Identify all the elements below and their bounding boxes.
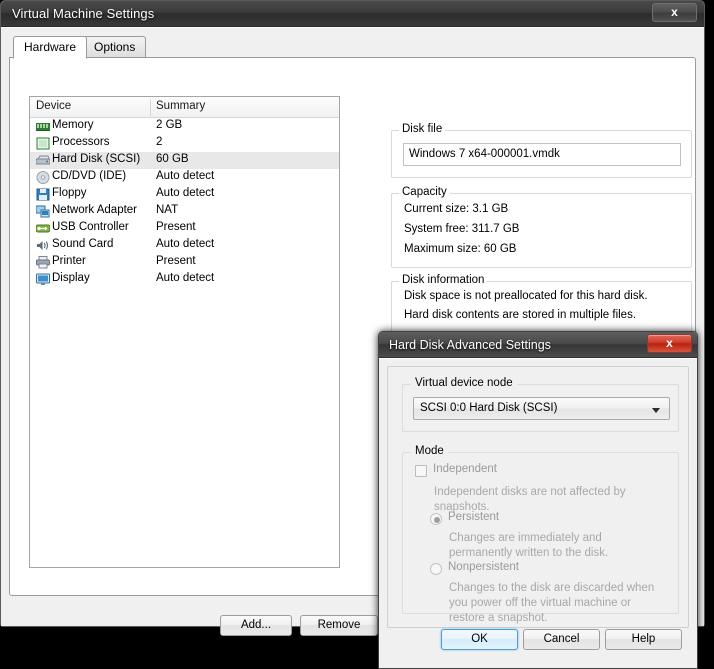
chevron-down-icon [652,408,660,413]
device-row-cd-dvd-ide[interactable]: CD/DVD (IDE) Auto detect [30,169,339,186]
help-button[interactable]: Help [605,629,682,650]
usb-controller-icon [35,222,51,235]
device-summary: 60 GB [156,153,189,165]
device-row-display[interactable]: Display Auto detect [30,271,339,288]
device-summary: Auto detect [156,238,215,250]
device-row-memory[interactable]: Memory 2 GB [30,118,339,135]
tab-hardware[interactable]: Hardware [13,36,88,59]
device-name: Printer [52,255,86,267]
virtual-device-node-value: SCSI 0:0 Hard Disk (SCSI) [420,402,558,414]
device-summary: Auto detect [156,272,215,284]
cancel-button[interactable]: Cancel [523,629,600,650]
disk-file-input[interactable]: Windows 7 x64-000001.vmdk [403,143,681,166]
tab-options[interactable]: Options [83,36,147,58]
disk-info-line-2: Hard disk contents are stored in multipl… [404,309,637,321]
dialog-body: Virtual device node SCSI 0:0 Hard Disk (… [379,358,697,668]
device-summary: 2 [156,136,163,148]
main-titlebar[interactable]: Virtual Machine Settings x [1,1,704,27]
device-name: Hard Disk (SCSI) [52,153,141,165]
disk-information-group: Disk information Disk space is not preal… [391,274,692,333]
persistent-radio[interactable] [430,513,442,525]
mode-group: Mode Independent Independent disks are n… [402,445,679,624]
virtual-device-node-select[interactable]: SCSI 0:0 Hard Disk (SCSI) [413,397,670,420]
close-icon[interactable]: x [652,3,697,22]
device-list-rows: Memory 2 GB Processors 2 Hard Disk (SCSI) 60 … [30,118,339,288]
device-summary: NAT [156,204,179,216]
close-icon[interactable]: x [647,334,692,353]
mode-group-title: Mode [411,445,448,457]
device-summary: Present [156,255,196,267]
window-title: Virtual Machine Settings [12,6,155,21]
floppy-icon [36,188,50,201]
device-name: CD/DVD (IDE) [52,170,127,182]
independent-label: Independent [433,463,497,475]
device-summary: Auto detect [156,170,215,182]
capacity-current-size: Current size: 3.1 GB [404,203,509,215]
disk-file-group: Disk file Windows 7 x64-000001.vmdk [391,123,692,178]
device-row-floppy[interactable]: Floppy Auto detect [30,186,339,203]
device-row-sound-card[interactable]: Sound Card Auto detect [30,237,339,254]
virtual-device-node-group: Virtual device node SCSI 0:0 Hard Disk (… [402,377,679,432]
disk-info-line-1: Disk space is not preallocated for this … [404,290,648,302]
capacity-group: Capacity Current size: 3.1 GB System fre… [391,186,692,268]
add-button[interactable]: Add... [220,615,292,636]
column-header-summary[interactable]: Summary [156,100,205,112]
virtual-device-node-group-title: Virtual device node [411,377,517,389]
device-name: Memory [52,119,94,131]
sound-card-icon [36,239,50,252]
capacity-system-free: System free: 311.7 GB [404,223,520,235]
device-summary: 2 GB [156,119,183,131]
device-summary: Auto detect [156,187,215,199]
device-name: Floppy [52,187,87,199]
device-row-usb-controller[interactable]: USB Controller Present [30,220,339,237]
device-list-header: Device Summary [30,97,339,118]
device-list[interactable]: Device Summary Memory 2 GB Processors 2 Hard… [29,96,340,568]
device-row-hard-disk-scsi[interactable]: Hard Disk (SCSI) 60 GB [30,152,339,169]
processor-icon [36,137,50,150]
independent-checkbox[interactable] [415,465,427,477]
device-row-processors[interactable]: Processors 2 [30,135,339,152]
column-divider [150,99,151,116]
nonpersistent-label: Nonpersistent [448,561,519,573]
hard-disk-advanced-settings-dialog: Hard Disk Advanced Settings x Virtual de… [378,331,698,669]
disk-information-group-title: Disk information [399,274,488,286]
dialog-content-panel: Virtual device node SCSI 0:0 Hard Disk (… [387,366,689,628]
memory-icon [36,120,50,133]
device-name: USB Controller [52,221,129,233]
capacity-group-title: Capacity [399,186,450,198]
ok-button[interactable]: OK [441,629,518,650]
network-adapter-icon [35,205,50,218]
device-summary: Present [156,221,196,233]
persistent-label: Persistent [448,511,500,523]
device-name: Sound Card [52,238,114,250]
dialog-titlebar[interactable]: Hard Disk Advanced Settings x [379,332,697,358]
device-row-printer[interactable]: Printer Present [30,254,339,271]
printer-icon [36,256,50,269]
disk-file-group-title: Disk file [399,123,446,135]
display-icon [36,273,50,286]
device-name: Display [52,272,90,284]
nonpersistent-radio[interactable] [430,563,442,575]
cd-dvd-icon [36,171,50,184]
hard-disk-icon [35,154,51,167]
nonpersistent-description: Changes to the disk are discarded when y… [449,582,655,624]
dialog-title: Hard Disk Advanced Settings [389,338,551,352]
device-name: Network Adapter [52,204,138,216]
capacity-maximum-size: Maximum size: 60 GB [404,243,517,255]
remove-button[interactable]: Remove [300,615,378,636]
column-header-device[interactable]: Device [36,100,71,112]
persistent-description: Changes are immediately and permanently … [449,532,609,559]
device-name: Processors [52,136,110,148]
device-row-network-adapter[interactable]: Network Adapter NAT [30,203,339,220]
